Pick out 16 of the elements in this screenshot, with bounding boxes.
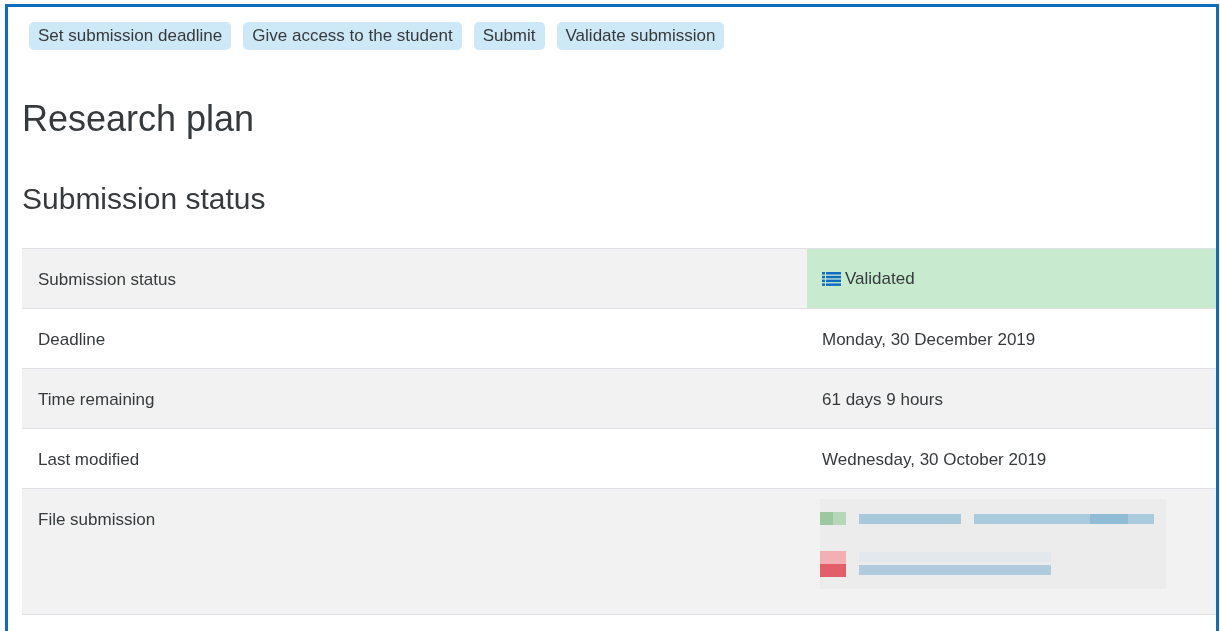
section-title: Submission status (22, 181, 266, 217)
action-button[interactable]: Validate submission (556, 22, 725, 50)
action-button[interactable]: Give access to the student (243, 22, 462, 50)
row-label: Time remaining (38, 390, 155, 409)
row-value: Wednesday, 30 October 2019 (822, 450, 1047, 469)
row-value: 61 days 9 hours (822, 390, 943, 409)
page-title: Research plan (22, 97, 255, 141)
list-icon (822, 272, 841, 286)
action-button[interactable]: Set submission deadline (29, 22, 232, 50)
action-button[interactable]: Submit (473, 22, 545, 50)
row-label: Last modified (38, 450, 140, 469)
status-text: Validated (845, 268, 915, 290)
row-label: Submission status (38, 270, 176, 289)
row-label: Deadline (38, 330, 106, 349)
row-value: Monday, 30 December 2019 (822, 330, 1036, 349)
row-label: File submission (38, 510, 156, 529)
